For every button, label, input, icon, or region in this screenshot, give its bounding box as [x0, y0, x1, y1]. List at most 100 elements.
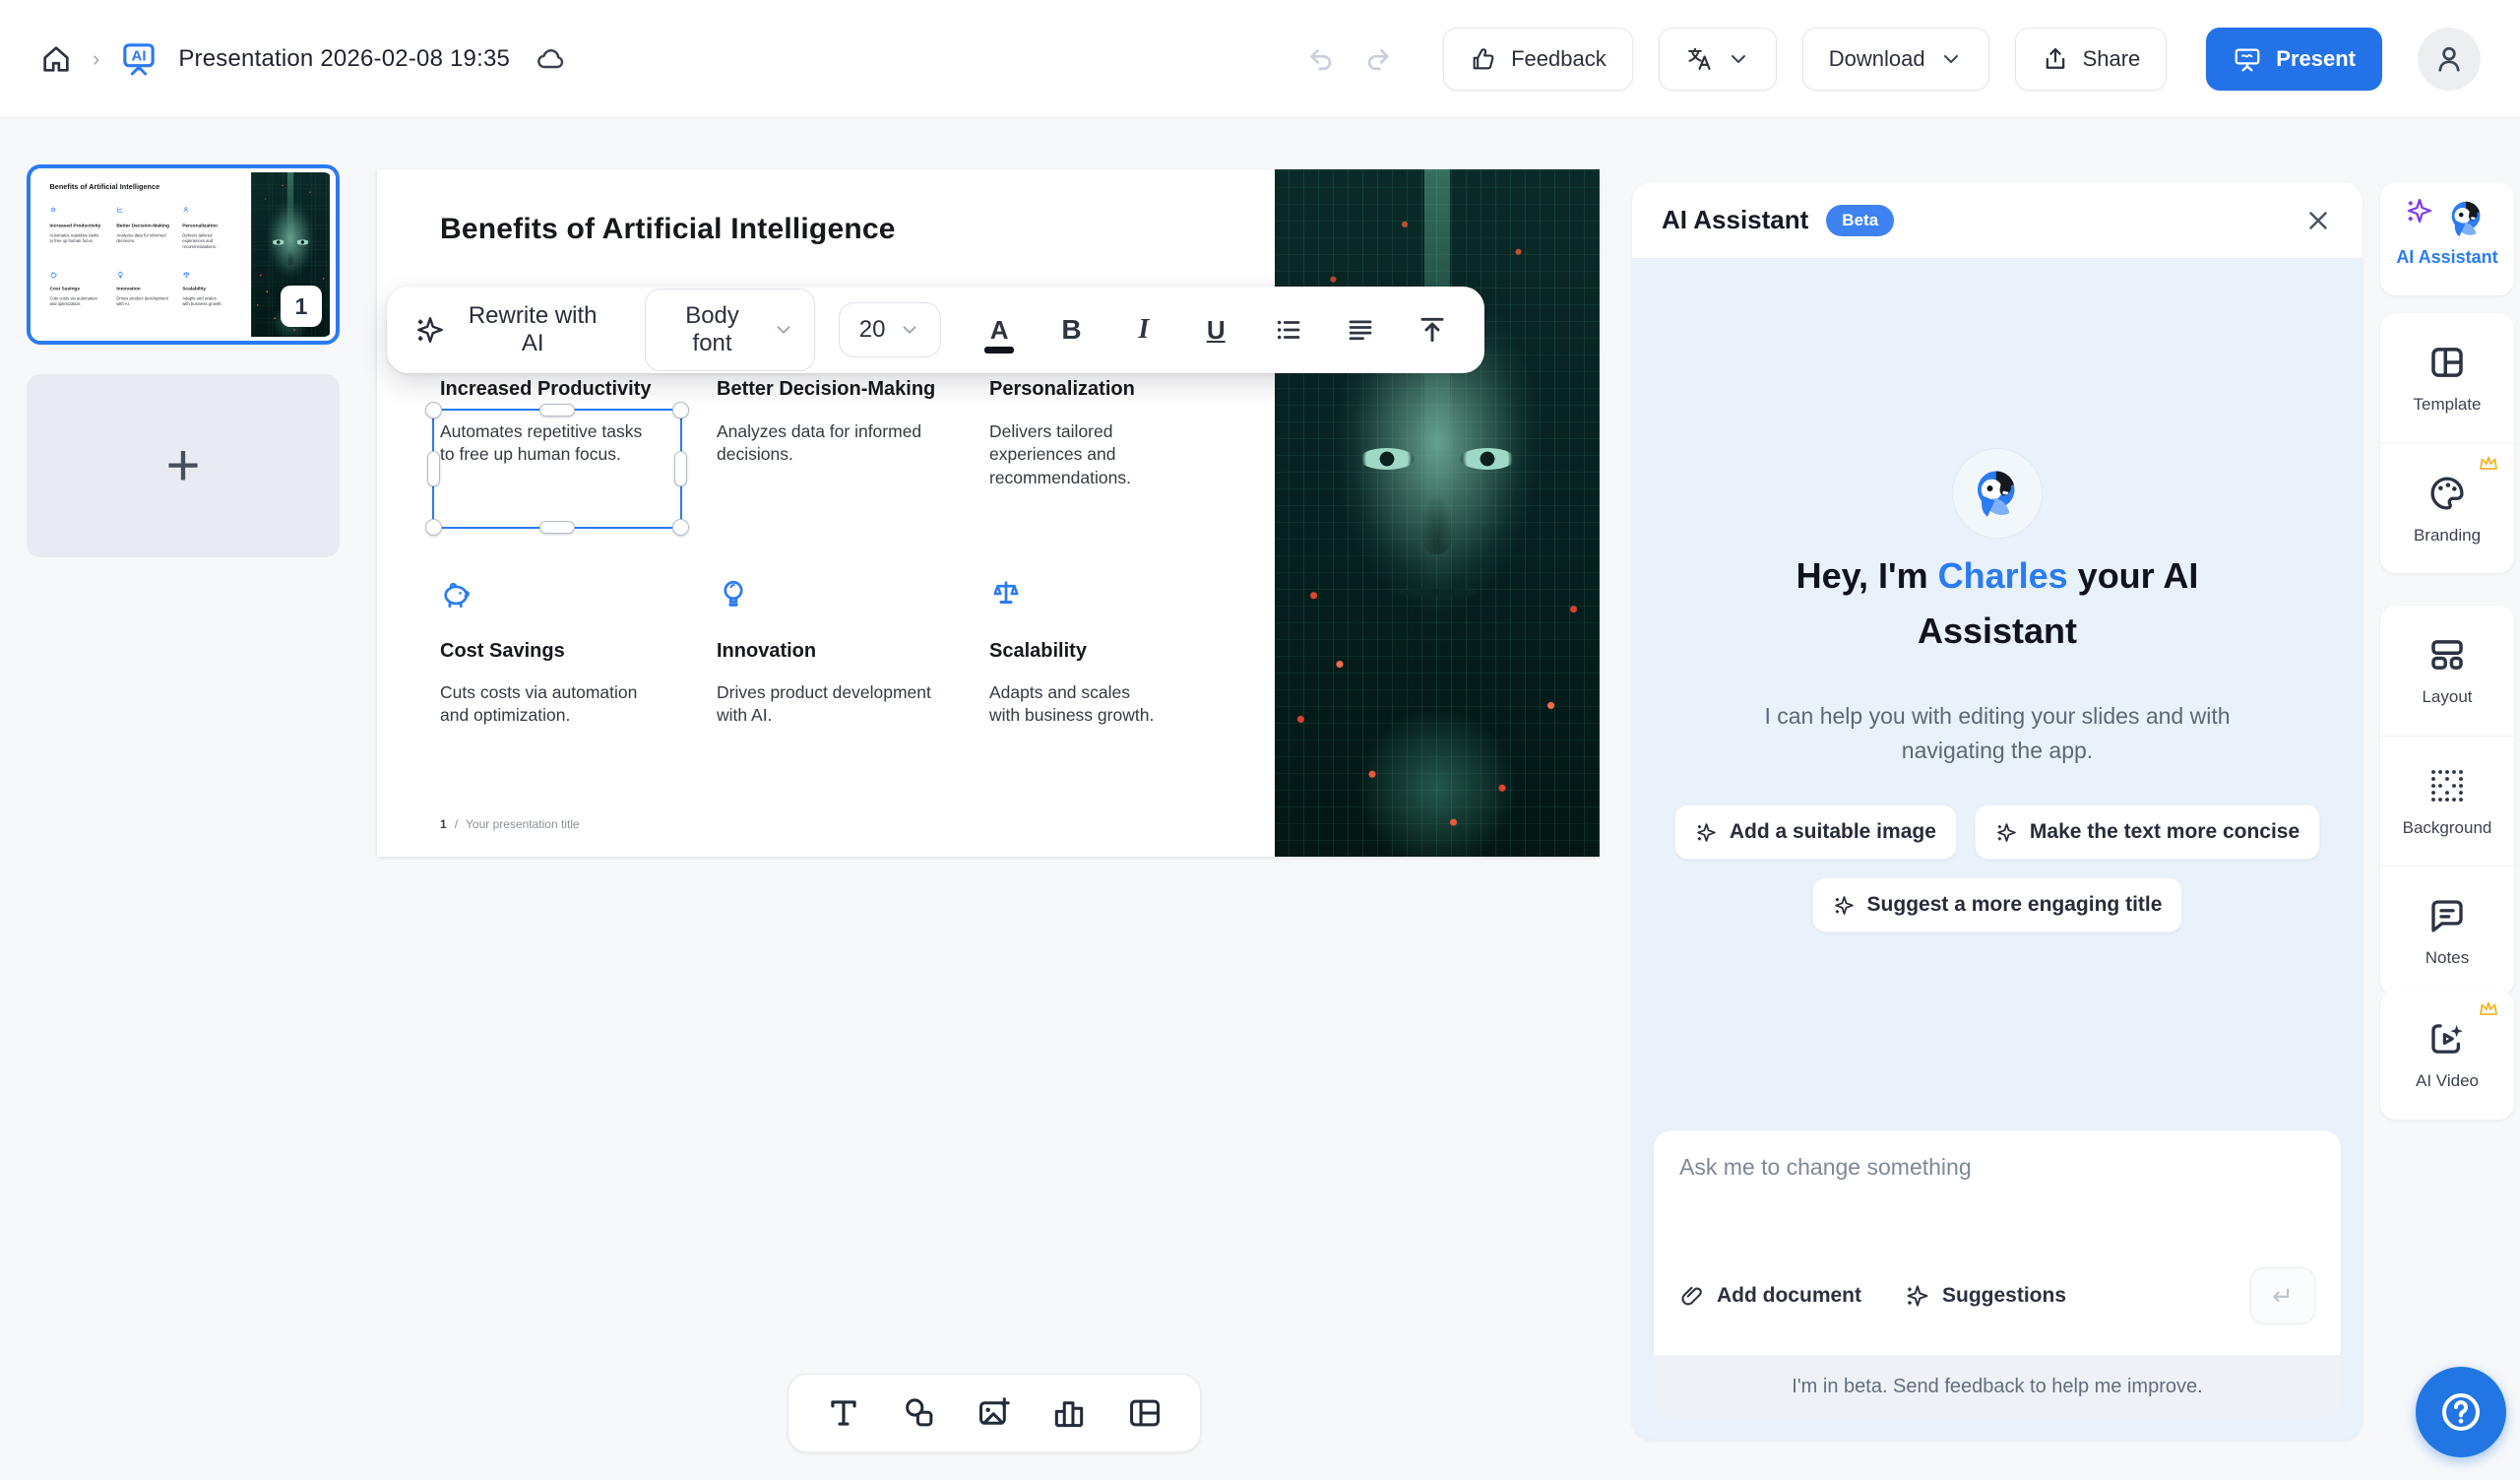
suggestions-button[interactable]: Suggestions [1905, 1283, 2066, 1309]
bold-button[interactable]: B [1047, 302, 1096, 357]
resize-handle-top[interactable] [539, 404, 575, 417]
chevron-down-icon [899, 319, 920, 341]
rail-item-template[interactable]: Template [2380, 313, 2514, 443]
font-size-select[interactable]: 20 [839, 302, 942, 357]
home-button[interactable] [39, 42, 73, 76]
piggy-bank-icon [49, 271, 109, 279]
insert-table-button[interactable] [1126, 1394, 1164, 1432]
beta-note: I'm in beta. Send feedback to help me im… [1654, 1355, 2341, 1418]
presentation-logo-icon [119, 39, 158, 79]
vertical-align-top-button[interactable] [1409, 302, 1457, 357]
redo-button[interactable] [1362, 43, 1394, 75]
benefit-body[interactable]: Drives product development with AI. [717, 681, 935, 728]
benefit-body[interactable]: Analyzes data for informed decisions. [717, 420, 935, 467]
resize-handle-bottom-left[interactable] [425, 519, 442, 536]
present-button[interactable]: Present [2206, 28, 2382, 91]
benefit-body[interactable]: Cuts costs via automation and optimizati… [440, 681, 655, 728]
benefit-body[interactable]: Delivers tailored experiences and recomm… [989, 420, 1165, 489]
chart-icon [116, 206, 176, 213]
rail-item-ai-video[interactable]: AI Video [2380, 990, 2514, 1120]
insert-shape-button[interactable] [901, 1394, 938, 1432]
breadcrumb-chevron-icon: › [93, 46, 99, 72]
assistant-prompt-input[interactable] [1679, 1154, 2315, 1262]
rail-item-notes[interactable]: Notes [2380, 866, 2514, 996]
document-title[interactable]: Presentation 2026-02-08 19:35 [178, 45, 510, 73]
ai-assistant-panel: AI Assistant Beta Hey, I'm Charles your … [1632, 182, 2362, 1440]
benefit-heading[interactable]: Increased Productivity [440, 378, 688, 401]
resize-handle-bottom-right[interactable] [672, 519, 689, 536]
resize-handle-top-left[interactable] [425, 402, 442, 418]
insert-text-button[interactable] [825, 1394, 862, 1432]
projector-icon [2233, 44, 2262, 74]
text-selection-box[interactable] [432, 409, 682, 529]
insert-chart-button[interactable] [1050, 1394, 1088, 1432]
add-slide-button[interactable]: + [27, 374, 340, 557]
text-color-button[interactable]: A [975, 302, 1023, 357]
translate-button[interactable] [1659, 28, 1777, 91]
rail-item-branding[interactable]: Branding [2380, 443, 2514, 573]
feedback-button[interactable]: Feedback [1443, 28, 1633, 91]
image-mouth [1398, 589, 1476, 597]
ai-panel-header: AI Assistant Beta [1632, 182, 2362, 259]
thumb-up-icon [1470, 45, 1497, 73]
insert-tools-bar [788, 1374, 1201, 1452]
benefit-heading[interactable]: Scalability [989, 640, 1237, 663]
benefit-heading[interactable]: Better Decision-Making [717, 378, 965, 401]
resize-handle-right[interactable] [674, 451, 687, 486]
slide-image[interactable] [1275, 169, 1600, 857]
insert-image-button[interactable] [976, 1394, 1013, 1432]
benefit-heading[interactable]: Personalization [989, 378, 1237, 401]
cloud-sync-icon [536, 43, 567, 75]
add-document-button[interactable]: Add document [1679, 1283, 1861, 1309]
benefit-heading[interactable]: Cost Savings [440, 640, 688, 663]
profile-avatar[interactable] [2418, 28, 2481, 91]
chip-engaging-title[interactable]: Suggest a more engaging title [1812, 877, 2183, 933]
undo-button[interactable] [1305, 43, 1337, 75]
underline-button[interactable]: U [1192, 302, 1240, 357]
question-mark-icon [2437, 1388, 2485, 1436]
beta-badge: Beta [1826, 205, 1894, 236]
slide-canvas[interactable]: Benefits of Artificial Intelligence Incr… [377, 169, 1600, 857]
align-button[interactable] [1336, 302, 1384, 357]
slide-thumbnail-1[interactable]: Benefits of Artificial Intelligence Incr… [27, 164, 340, 345]
lightbulb-icon[interactable] [717, 577, 965, 611]
bullet-list-button[interactable] [1264, 302, 1312, 357]
slide-title[interactable]: Benefits of Artificial Intelligence [440, 213, 896, 246]
assistant-greeting: Hey, I'm Charles your AI Assistant [1632, 548, 2362, 659]
ai-video-icon [2426, 1018, 2468, 1060]
dots-grid-icon [2426, 765, 2468, 806]
template-icon [2426, 342, 2468, 383]
download-button[interactable]: Download [1802, 28, 1989, 91]
benefit-body[interactable]: Adapts and scales with business growth. [989, 681, 1165, 728]
italic-button[interactable]: I [1119, 302, 1167, 357]
resize-handle-top-right[interactable] [672, 402, 689, 418]
palette-icon [2426, 473, 2468, 514]
crown-icon [2477, 452, 2500, 476]
share-icon [2042, 45, 2069, 73]
chip-concise-text[interactable]: Make the text more concise [1975, 804, 2320, 860]
chevron-down-icon [773, 319, 794, 341]
chevron-down-icon [1939, 47, 1963, 71]
rail-item-ai-assistant[interactable]: AI Assistant [2380, 182, 2514, 295]
scales-icon[interactable] [989, 577, 1237, 611]
rail-item-layout[interactable]: Layout [2380, 606, 2514, 736]
font-family-select[interactable]: Body font [645, 289, 814, 371]
image-nose [1419, 492, 1455, 554]
resize-handle-left[interactable] [427, 451, 440, 486]
benefit-heading[interactable]: Innovation [717, 640, 965, 663]
send-prompt-button[interactable]: ↵ [2250, 1267, 2315, 1324]
crown-icon [2477, 997, 2500, 1021]
resize-handle-bottom[interactable] [539, 521, 575, 534]
rewrite-with-ai-button[interactable]: Rewrite with AI [414, 302, 605, 357]
assistant-name: Charles [1938, 555, 2068, 596]
translate-icon [1685, 45, 1713, 73]
rail-group-video: AI Video [2380, 990, 2514, 1120]
rail-item-background[interactable]: Background [2380, 736, 2514, 866]
close-icon[interactable] [2303, 206, 2333, 235]
share-button[interactable]: Share [2015, 28, 2168, 91]
chip-add-image[interactable]: Add a suitable image [1674, 804, 1957, 860]
piggy-bank-icon[interactable] [440, 577, 688, 611]
rail-group-slide: Layout Background Notes [2380, 606, 2514, 996]
suggestion-chips: Add a suitable image Make the text more … [1632, 804, 2362, 933]
help-button[interactable] [2416, 1367, 2506, 1457]
